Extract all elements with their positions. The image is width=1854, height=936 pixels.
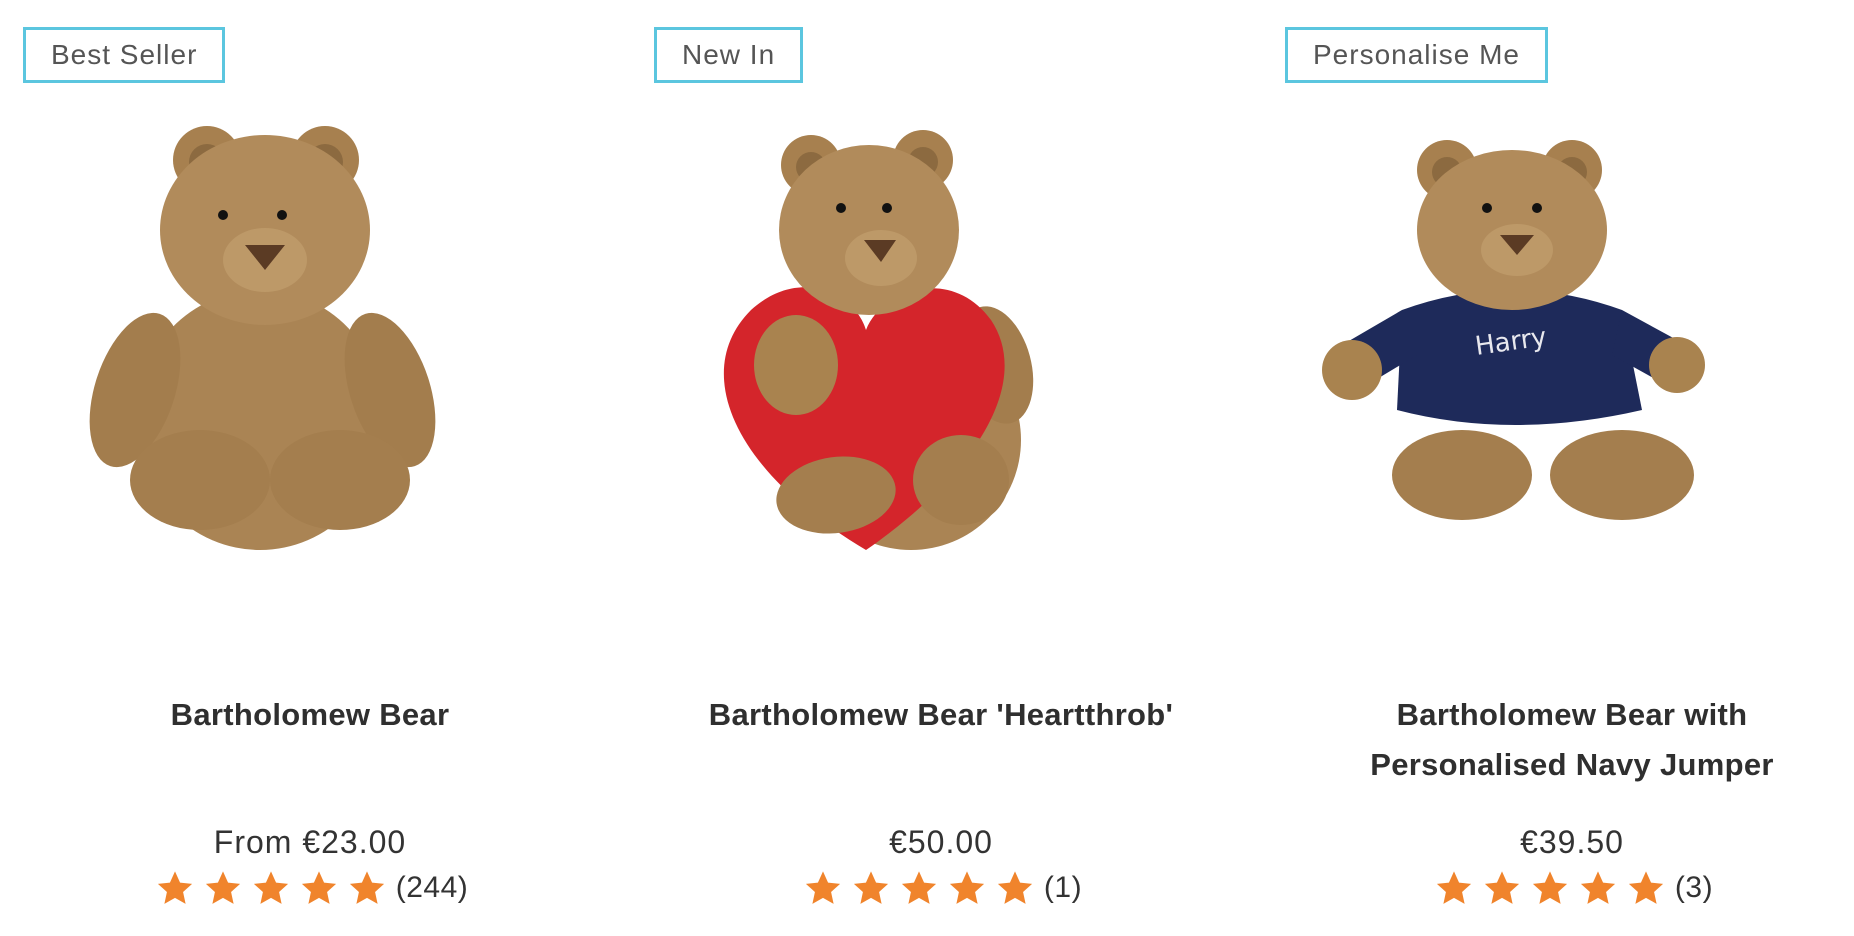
product-image[interactable]: Harry — [1322, 120, 1822, 660]
product-image[interactable] — [691, 120, 1191, 660]
star-icon — [248, 868, 294, 908]
star-icon — [296, 868, 342, 908]
product-title-line: Bartholomew Bear — [170, 697, 450, 732]
star-icon — [1575, 868, 1621, 908]
product-card[interactable]: New In Bartholomew Bear 'Heartthrob' €50… — [631, 0, 1251, 936]
teddy-bear-jumper-image: Harry — [1322, 140, 1705, 520]
star-icon — [1527, 868, 1573, 908]
star-icon — [1479, 868, 1525, 908]
product-badge: New In — [654, 27, 804, 83]
product-title-line: Personalised Navy Jumper — [1370, 747, 1774, 782]
product-grid: Best Seller Bartholomew Bear From €23.00… — [0, 0, 1854, 936]
star-icon — [344, 868, 390, 908]
teddy-bear-heart-image — [723, 130, 1034, 550]
product-rating[interactable]: (244) — [20, 868, 600, 908]
star-icon — [944, 868, 990, 908]
product-rating[interactable]: (3) — [1282, 868, 1854, 908]
review-count: (244) — [395, 871, 469, 904]
product-title-line: Bartholomew Bear with — [1396, 697, 1748, 732]
product-card[interactable]: Best Seller Bartholomew Bear From €23.00… — [0, 0, 620, 936]
star-icon — [1623, 868, 1669, 908]
star-icon — [152, 868, 198, 908]
star-icon — [896, 868, 942, 908]
product-title-line: Bartholomew Bear 'Heartthrob' — [708, 697, 1174, 732]
star-icon — [1431, 868, 1477, 908]
product-image[interactable] — [60, 120, 560, 660]
product-card[interactable]: Personalise Me Harry Bartholomew Bear wi… — [1262, 0, 1854, 936]
star-icon — [200, 868, 246, 908]
product-badge: Personalise Me — [1285, 27, 1548, 83]
star-icon — [800, 868, 846, 908]
product-title[interactable]: Bartholomew Bear 'Heartthrob' — [651, 690, 1231, 740]
product-rating[interactable]: (1) — [651, 868, 1231, 908]
teddy-bear-image — [89, 126, 436, 550]
review-count: (1) — [1043, 871, 1083, 904]
product-price: From €23.00 — [213, 824, 407, 860]
product-title[interactable]: Bartholomew Bear with Personalised Navy … — [1282, 690, 1854, 790]
review-count: (3) — [1674, 871, 1714, 904]
product-title[interactable]: Bartholomew Bear — [20, 690, 600, 740]
star-icon — [848, 868, 894, 908]
product-badge: Best Seller — [23, 27, 226, 83]
product-price: €39.50 — [1520, 824, 1624, 860]
product-price: €50.00 — [889, 824, 993, 860]
star-icon — [992, 868, 1038, 908]
